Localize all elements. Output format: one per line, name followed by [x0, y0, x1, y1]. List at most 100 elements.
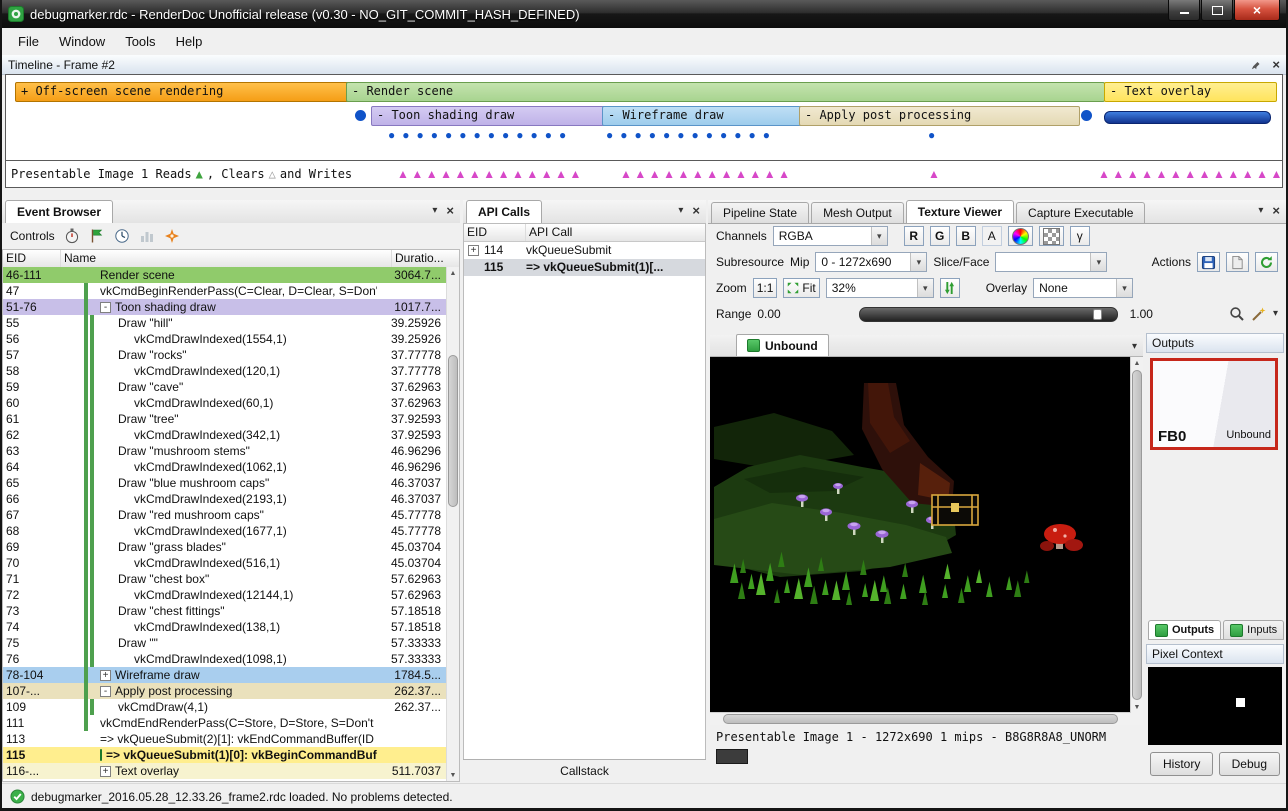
export-texture-button[interactable]: [1226, 252, 1249, 272]
event-row[interactable]: 75 Draw "" 57.33333: [3, 635, 447, 651]
autofit-wand-button[interactable]: [1251, 306, 1267, 322]
scrollbar-thumb[interactable]: [723, 714, 1118, 724]
expander-icon[interactable]: [468, 262, 479, 273]
blue-channel-button[interactable]: B: [956, 226, 976, 246]
event-row[interactable]: 61 Draw "tree" 37.92593: [3, 411, 447, 427]
event-row[interactable]: 57 Draw "rocks" 37.77778: [3, 347, 447, 363]
zoom-1to1-button[interactable]: 1:1: [753, 278, 778, 298]
panel-menu-icon[interactable]: ▾: [1258, 206, 1263, 216]
color-wheel-button[interactable]: [1008, 226, 1033, 246]
tab-inputs[interactable]: Inputs: [1223, 620, 1284, 639]
mip-dropdown[interactable]: 0 - 1272x690 ▾: [815, 252, 927, 272]
timeline-overlay-draws-bar[interactable]: [1104, 111, 1271, 124]
event-row[interactable]: 74 vkCmdDrawIndexed(138,1) 57.18518: [3, 619, 447, 635]
timeline-draw-dot[interactable]: [1081, 110, 1092, 121]
texture-horizontal-scrollbar[interactable]: [710, 712, 1131, 725]
api-call-row[interactable]: 115 => vkQueueSubmit(1)[...: [464, 259, 705, 276]
event-browser-scrollbar[interactable]: ▲ ▼: [446, 267, 459, 781]
event-row[interactable]: 51-76 -Toon shading draw 1017.7...: [3, 299, 447, 315]
event-row[interactable]: 68 vkCmdDrawIndexed(1677,1) 45.77778: [3, 523, 447, 539]
event-row[interactable]: 70 vkCmdDrawIndexed(516,1) 45.03704: [3, 555, 447, 571]
event-row[interactable]: 55 Draw "hill" 39.25926: [3, 315, 447, 331]
menu-file[interactable]: File: [8, 31, 49, 52]
timeline-marker-post[interactable]: - Apply post processing: [799, 106, 1080, 126]
timeline-draw-dot[interactable]: [355, 110, 366, 121]
expander-icon[interactable]: +: [100, 670, 111, 681]
menu-tools[interactable]: Tools: [115, 31, 165, 52]
debug-button[interactable]: Debug: [1219, 752, 1280, 776]
event-row[interactable]: 65 Draw "blue mushroom caps" 46.37037: [3, 475, 447, 491]
event-row[interactable]: 56 vkCmdDrawIndexed(1554,1) 39.25926: [3, 331, 447, 347]
event-row[interactable]: 59 Draw "cave" 37.62963: [3, 379, 447, 395]
texture-vertical-scrollbar[interactable]: ▲ ▼: [1130, 357, 1143, 713]
tab-capture-executable[interactable]: Capture Executable: [1016, 202, 1145, 223]
slice-face-dropdown[interactable]: ▾: [995, 252, 1107, 272]
event-row[interactable]: 107-... -Apply post processing 262.37...: [3, 683, 447, 699]
panel-close-icon[interactable]: ×: [1272, 205, 1280, 216]
tab-pipeline-state[interactable]: Pipeline State: [711, 202, 809, 223]
fit-button[interactable]: Fit: [783, 278, 819, 298]
expander-icon[interactable]: -: [100, 686, 111, 697]
tab-api-calls[interactable]: API Calls: [466, 200, 542, 223]
expander-icon[interactable]: +: [468, 245, 479, 256]
event-row[interactable]: 58 vkCmdDrawIndexed(120,1) 37.77778: [3, 363, 447, 379]
event-row[interactable]: 72 vkCmdDrawIndexed(12144,1) 57.62963: [3, 587, 447, 603]
event-row[interactable]: 78-104 +Wireframe draw 1784.5...: [3, 667, 447, 683]
event-row[interactable]: 111 vkCmdEndRenderPass(C=Store, D=Store,…: [3, 715, 447, 731]
event-row[interactable]: 73 Draw "chest fittings" 57.18518: [3, 603, 447, 619]
overlay-dropdown[interactable]: None ▾: [1033, 278, 1133, 298]
alpha-channel-button[interactable]: A: [982, 226, 1002, 246]
pixel-context-view[interactable]: [1148, 667, 1282, 745]
timer-icon[interactable]: [64, 228, 80, 244]
api-call-row[interactable]: +114 vkQueueSubmit: [464, 242, 705, 259]
refresh-button[interactable]: [1255, 252, 1278, 272]
event-row[interactable]: 64 vkCmdDrawIndexed(1062,1) 46.96296: [3, 459, 447, 475]
timeline-marker-render-scene[interactable]: - Render scene: [346, 82, 1105, 102]
minimize-button[interactable]: [1168, 0, 1200, 21]
tab-event-browser[interactable]: Event Browser: [5, 200, 113, 223]
save-texture-button[interactable]: [1197, 252, 1220, 272]
event-row[interactable]: 60 vkCmdDrawIndexed(60,1) 37.62963: [3, 395, 447, 411]
window-title-bar[interactable]: debugmarker.rdc - RenderDoc Unofficial r…: [2, 0, 1286, 28]
scrollbar-thumb[interactable]: [1132, 370, 1142, 700]
tab-unbound-texture[interactable]: Unbound: [736, 334, 829, 356]
callstack-bar[interactable]: Callstack: [463, 759, 706, 782]
panel-close-icon[interactable]: ×: [446, 205, 454, 216]
stats-icon[interactable]: [139, 228, 155, 244]
bookmark-flag-icon[interactable]: [89, 228, 105, 244]
texture-canvas[interactable]: [710, 357, 1131, 713]
event-row[interactable]: 67 Draw "red mushroom caps" 45.77778: [3, 507, 447, 523]
settings-star-icon[interactable]: [164, 228, 180, 244]
history-button[interactable]: History: [1150, 752, 1213, 776]
event-row[interactable]: 116-... +Text overlay 511.7037: [3, 763, 447, 779]
zoom-dropdown[interactable]: 32% ▾: [826, 278, 934, 298]
pixel-pick-button[interactable]: [1229, 306, 1245, 322]
write-triangles-group[interactable]: ▲▲▲▲▲▲▲▲▲▲▲▲: [620, 161, 793, 187]
event-row[interactable]: 66 vkCmdDrawIndexed(2193,1) 46.37037: [3, 491, 447, 507]
clock-icon[interactable]: [114, 228, 130, 244]
scroll-up-icon[interactable]: ▲: [1131, 357, 1143, 369]
event-row[interactable]: 46-111 Render scene 3064.7...: [3, 267, 447, 283]
write-triangles-group[interactable]: ▲▲▲▲▲▲▲▲▲▲▲▲▲: [1098, 161, 1285, 187]
menu-help[interactable]: Help: [166, 31, 213, 52]
event-row[interactable]: 69 Draw "grass blades" 45.03704: [3, 539, 447, 555]
red-channel-button[interactable]: R: [904, 226, 924, 246]
write-triangles-group[interactable]: ▲▲▲▲▲▲▲▲▲▲▲▲▲: [397, 161, 584, 187]
range-slider[interactable]: [859, 307, 1118, 322]
timeline-post-draw-dot[interactable]: ●: [928, 128, 942, 142]
event-row[interactable]: 115 => vkQueueSubmit(1)[0]: vkBeginComma…: [3, 747, 447, 763]
timeline-close-icon[interactable]: ×: [1272, 59, 1280, 70]
fb0-thumbnail[interactable]: FB0 Unbound: [1150, 358, 1278, 450]
event-row[interactable]: 71 Draw "chest box" 57.62963: [3, 571, 447, 587]
timeline-marker-text-overlay[interactable]: - Text overlay: [1104, 82, 1277, 102]
timeline-toon-draw-dots[interactable]: ●●●●●●●●●●●●●: [388, 128, 573, 142]
timeline-marker-wireframe[interactable]: - Wireframe draw: [602, 106, 804, 126]
green-channel-button[interactable]: G: [930, 226, 950, 246]
tab-mesh-output[interactable]: Mesh Output: [811, 202, 904, 223]
toolbar-overflow-icon[interactable]: ▾: [1273, 309, 1278, 319]
gamma-button[interactable]: γ: [1070, 226, 1090, 246]
channels-dropdown[interactable]: RGBA ▾: [773, 226, 888, 246]
write-triangle-single[interactable]: ▲: [928, 161, 942, 187]
timeline-wireframe-draw-dots[interactable]: ●●●●●●●●●●●●: [606, 128, 777, 142]
scrollbar-thumb[interactable]: [448, 355, 458, 507]
